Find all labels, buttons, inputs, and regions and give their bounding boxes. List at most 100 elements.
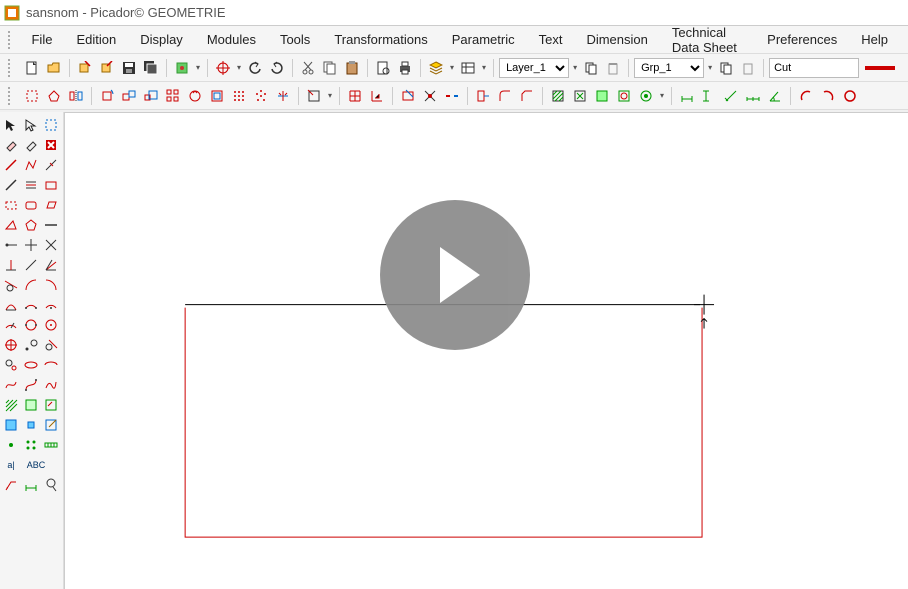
mirror-h-icon[interactable]	[66, 86, 86, 106]
save-icon[interactable]	[119, 58, 139, 78]
break-line-icon[interactable]	[442, 86, 462, 106]
array-icon[interactable]	[163, 86, 183, 106]
hatch-icon[interactable]	[548, 86, 568, 106]
dots-3x3-icon[interactable]	[229, 86, 249, 106]
leader-icon[interactable]	[2, 476, 20, 494]
menu-parametric[interactable]: Parametric	[440, 28, 527, 51]
dim-vertical-icon[interactable]	[699, 86, 719, 106]
arc-cw-icon[interactable]	[796, 86, 816, 106]
dim-angle-icon[interactable]	[765, 86, 785, 106]
multi-line-icon[interactable]	[22, 176, 40, 194]
menu-display[interactable]: Display	[128, 28, 195, 51]
horiz-line-icon[interactable]	[42, 216, 60, 234]
cross-icon[interactable]	[42, 236, 60, 254]
hatch-pattern-icon[interactable]	[570, 86, 590, 106]
erase-window-icon[interactable]	[22, 136, 40, 154]
hatch-grid-icon[interactable]	[22, 396, 40, 414]
import-icon[interactable]	[75, 58, 95, 78]
menu-tools[interactable]: Tools	[268, 28, 322, 51]
pointer-alt-icon[interactable]	[22, 116, 40, 134]
module-dropdown-icon[interactable]: ▾	[194, 63, 202, 72]
layers-icon[interactable]	[426, 58, 446, 78]
bisector-icon[interactable]	[42, 256, 60, 274]
rect-icon[interactable]	[42, 176, 60, 194]
circle-dot-icon[interactable]	[22, 336, 40, 354]
print-icon[interactable]	[395, 58, 415, 78]
scale-icon[interactable]	[141, 86, 161, 106]
rect-dashed-icon[interactable]	[2, 196, 20, 214]
ellipse-arc-icon[interactable]	[42, 356, 60, 374]
drawing-canvas[interactable]	[64, 112, 908, 589]
nurbs-icon[interactable]	[42, 376, 60, 394]
menu-technical-data-sheet[interactable]: Technical Data Sheet	[660, 21, 755, 59]
fillet-icon[interactable]	[495, 86, 515, 106]
arc-tangent-icon[interactable]	[2, 296, 20, 314]
menu-edition[interactable]: Edition	[64, 28, 128, 51]
bezier-icon[interactable]	[22, 376, 40, 394]
linetype-color-swatch[interactable]	[865, 66, 895, 70]
copy-icon[interactable]	[320, 58, 340, 78]
segment-icon[interactable]	[2, 156, 20, 174]
video-play-button[interactable]	[380, 200, 530, 350]
select-window-icon[interactable]	[42, 116, 60, 134]
arc-radius-icon[interactable]	[2, 316, 20, 334]
text-multi-icon[interactable]: ABC	[22, 456, 50, 474]
delete-cross-icon[interactable]	[42, 136, 60, 154]
line-vert-icon[interactable]	[22, 236, 40, 254]
explode-icon[interactable]	[273, 86, 293, 106]
export-icon[interactable]	[97, 58, 117, 78]
arc-tl-icon[interactable]	[22, 276, 40, 294]
region-gear-icon[interactable]	[614, 86, 634, 106]
measure-icon[interactable]	[42, 436, 60, 454]
select-area-icon[interactable]	[22, 86, 42, 106]
circle-2tan-icon[interactable]	[2, 356, 20, 374]
menu-text[interactable]: Text	[527, 28, 575, 51]
layers-dropdown-icon[interactable]: ▾	[448, 63, 456, 72]
print-preview-icon[interactable]	[373, 58, 393, 78]
group-select[interactable]: Grp_1	[634, 58, 704, 78]
chamfer-icon[interactable]	[517, 86, 537, 106]
circle-icon[interactable]	[840, 86, 860, 106]
text-single-icon[interactable]: a|	[2, 456, 20, 474]
hatch-edit-icon[interactable]	[42, 396, 60, 414]
module-icon[interactable]	[172, 58, 192, 78]
circle-center-icon[interactable]	[42, 316, 60, 334]
menu-transformations[interactable]: Transformations	[322, 28, 439, 51]
layer-copy-icon[interactable]	[581, 58, 601, 78]
trim-icon[interactable]	[398, 86, 418, 106]
target-dropdown-icon[interactable]: ▾	[235, 63, 243, 72]
intersect-point-icon[interactable]	[420, 86, 440, 106]
grid-corner-icon[interactable]	[367, 86, 387, 106]
menu-dimension[interactable]: Dimension	[574, 28, 659, 51]
axis-icon[interactable]	[42, 156, 60, 174]
parallelogram-icon[interactable]	[42, 196, 60, 214]
rotate-copy-icon[interactable]	[185, 86, 205, 106]
arc-3pt-icon[interactable]	[22, 296, 40, 314]
select-polygon-icon[interactable]	[44, 86, 64, 106]
circle-target-icon[interactable]	[2, 336, 20, 354]
open-file-icon[interactable]	[44, 58, 64, 78]
triangle-icon[interactable]	[2, 216, 20, 234]
group-next-icon[interactable]: ▾	[706, 63, 714, 72]
arc-br-icon[interactable]	[42, 276, 60, 294]
catalog-dropdown-icon[interactable]: ▾	[480, 63, 488, 72]
paste-icon[interactable]	[342, 58, 362, 78]
target-icon[interactable]	[213, 58, 233, 78]
cut-icon[interactable]	[298, 58, 318, 78]
group-copy-icon[interactable]	[716, 58, 736, 78]
rotate-icon[interactable]	[97, 86, 117, 106]
region-icon[interactable]	[592, 86, 612, 106]
save-all-icon[interactable]	[141, 58, 161, 78]
region-dropdown-icon[interactable]: ▾	[658, 91, 666, 100]
point-icon[interactable]	[2, 436, 20, 454]
offset-icon[interactable]	[207, 86, 227, 106]
layer-select[interactable]: Layer_1	[499, 58, 569, 78]
circle-2pt-icon[interactable]	[22, 316, 40, 334]
dim-horizontal-icon[interactable]	[677, 86, 697, 106]
snap-icon[interactable]	[304, 86, 324, 106]
layer-next-icon[interactable]: ▾	[571, 63, 579, 72]
balloon-icon[interactable]	[42, 476, 60, 494]
dim-chain-icon[interactable]	[743, 86, 763, 106]
circle-tan-icon[interactable]	[42, 336, 60, 354]
block-icon[interactable]	[2, 416, 20, 434]
